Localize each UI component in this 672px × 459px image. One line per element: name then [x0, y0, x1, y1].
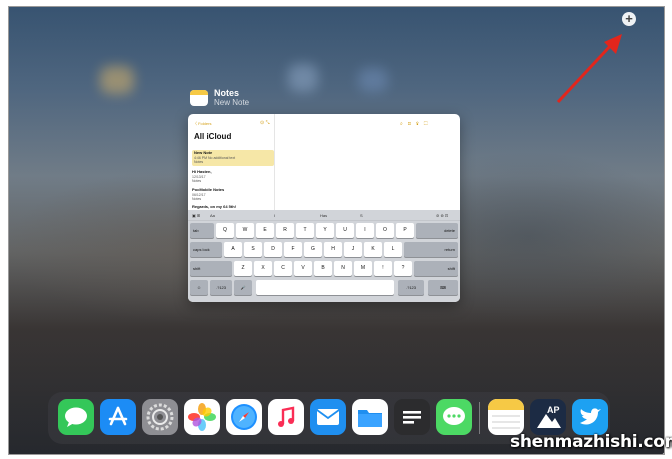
numbers-key[interactable]: .?123 [398, 280, 424, 295]
suggestion[interactable]: I [274, 213, 275, 218]
letter-key[interactable]: W [236, 223, 254, 238]
note-meta: 4:46 PM No additional text [194, 155, 236, 160]
notes-icon [190, 90, 208, 106]
note-list-item[interactable]: Regards, on my 64 5th! [192, 204, 270, 210]
suggestion[interactable]: S [360, 213, 363, 218]
letter-key[interactable]: J [344, 242, 362, 257]
emoji-key[interactable]: ☺ [190, 280, 208, 295]
app-store-icon[interactable] [100, 399, 136, 435]
mail-icon[interactable] [310, 399, 346, 435]
twitter-icon[interactable] [572, 399, 608, 435]
letter-key[interactable]: E [256, 223, 274, 238]
keyboard-row: shift Z X C V B N M ! ? shift [188, 259, 460, 278]
notes-minimal-icon[interactable] [394, 399, 430, 435]
toolbar-icons[interactable]: ⊘ ⊚ ⊡ [436, 213, 448, 218]
notes-list-pane: 〈 Folders ⊙ ⤡ All iCloud New Note 4:46 P… [188, 114, 275, 210]
punctuation-key[interactable]: ? [394, 261, 412, 276]
messages-icon[interactable] [58, 399, 94, 435]
delete-key[interactable]: delete [416, 223, 458, 238]
shift-key[interactable]: shift [414, 261, 458, 276]
folders-back-link[interactable]: 〈 Folders [193, 121, 211, 127]
note-title: Hi Hasten, [192, 169, 212, 174]
space-bar[interactable] [256, 280, 394, 295]
add-space-button[interactable]: + [622, 12, 636, 26]
shift-key[interactable]: shift [190, 261, 232, 276]
letter-key[interactable]: P [396, 223, 414, 238]
letter-key[interactable]: F [284, 242, 302, 257]
svg-text:AP: AP [547, 405, 560, 415]
letter-key[interactable]: A [224, 242, 242, 257]
app-window-label: Notes New Note [190, 88, 249, 108]
photos-icon[interactable] [184, 399, 220, 435]
keyboard-suggestion-bar: ▣ ⊞ Aa I Has S ⊘ ⊚ ⊡ [188, 210, 460, 221]
letter-key[interactable]: R [276, 223, 294, 238]
app-name: Notes [214, 88, 240, 98]
letter-key[interactable]: L [384, 242, 402, 257]
return-key[interactable]: return [404, 242, 458, 257]
format-icon[interactable]: ▣ ⊞ [192, 213, 200, 218]
messages-green-icon[interactable] [436, 399, 472, 435]
letter-key[interactable]: I [356, 223, 374, 238]
letter-key[interactable]: C [274, 261, 292, 276]
note-title: New Note [194, 150, 213, 155]
list-title: All iCloud [194, 132, 232, 141]
letter-key[interactable]: Q [216, 223, 234, 238]
note-title: PocMobile Notes [192, 187, 225, 192]
hide-keyboard-key[interactable]: ⌨ [428, 280, 458, 295]
keyboard-row: ☺ .?123 🎤 .?123 ⌨ [188, 278, 460, 297]
apollo-icon[interactable]: AP [530, 399, 566, 435]
note-list-item[interactable]: PocMobile Notes 06/12/17 Notes [192, 187, 270, 202]
letter-key[interactable]: U [336, 223, 354, 238]
onscreen-keyboard: ▣ ⊞ Aa I Has S ⊘ ⊚ ⊡ tab Q W E R T Y U I… [188, 210, 460, 302]
note-folder: Notes [192, 179, 202, 183]
format-label[interactable]: Aa [210, 213, 215, 218]
note-title: Regards, on my 64 5th! [192, 204, 237, 209]
letter-key[interactable]: M [354, 261, 372, 276]
punctuation-key[interactable]: ! [374, 261, 392, 276]
caps-lock-key[interactable]: caps lock [190, 242, 222, 257]
numbers-key[interactable]: .?123 [210, 280, 232, 295]
notes-app-window[interactable]: 〈 Folders ⊙ ⤡ All iCloud New Note 4:46 P… [188, 114, 460, 302]
note-list-item[interactable]: New Note 4:46 PM No additional text Note… [192, 150, 274, 166]
music-icon[interactable] [268, 399, 304, 435]
notes-content: 〈 Folders ⊙ ⤡ All iCloud New Note 4:46 P… [188, 114, 460, 210]
letter-key[interactable]: H [324, 242, 342, 257]
letter-key[interactable]: D [264, 242, 282, 257]
keyboard-row: caps lock A S D F G H J K L return [188, 240, 460, 259]
letter-key[interactable]: K [364, 242, 382, 257]
editor-toolbar-icons[interactable]: ⌕⊡⇪⬚ [400, 121, 433, 127]
settings-icon[interactable] [142, 399, 178, 435]
note-folder: Notes [194, 160, 204, 164]
letter-key[interactable]: V [294, 261, 312, 276]
letter-key[interactable]: O [376, 223, 394, 238]
letter-key[interactable]: Y [316, 223, 334, 238]
letter-key[interactable]: X [254, 261, 272, 276]
dock-divider [479, 402, 480, 434]
keyboard-row: tab Q W E R T Y U I O P delete [188, 221, 460, 240]
letter-key[interactable]: Z [234, 261, 252, 276]
watermark: shenmazhishi.com [510, 432, 672, 452]
note-folder: Notes [192, 197, 202, 201]
window-name: New Note [214, 98, 250, 107]
note-list-item[interactable]: Hi Hasten, 12/13/17 Notes [192, 169, 270, 184]
safari-icon[interactable] [226, 399, 262, 435]
letter-key[interactable]: B [314, 261, 332, 276]
letter-key[interactable]: N [334, 261, 352, 276]
dictation-key[interactable]: 🎤 [234, 280, 252, 295]
letter-key[interactable]: S [244, 242, 262, 257]
letter-key[interactable]: T [296, 223, 314, 238]
tab-key[interactable]: tab [190, 223, 214, 238]
list-actions-icon[interactable]: ⊙ ⤡ [260, 120, 270, 126]
suggestion[interactable]: Has [320, 213, 327, 218]
files-icon[interactable] [352, 399, 388, 435]
note-meta: 12/13/17 [192, 174, 206, 179]
letter-key[interactable]: G [304, 242, 322, 257]
note-meta: 06/12/17 [192, 192, 206, 197]
notes-icon[interactable] [488, 399, 524, 435]
